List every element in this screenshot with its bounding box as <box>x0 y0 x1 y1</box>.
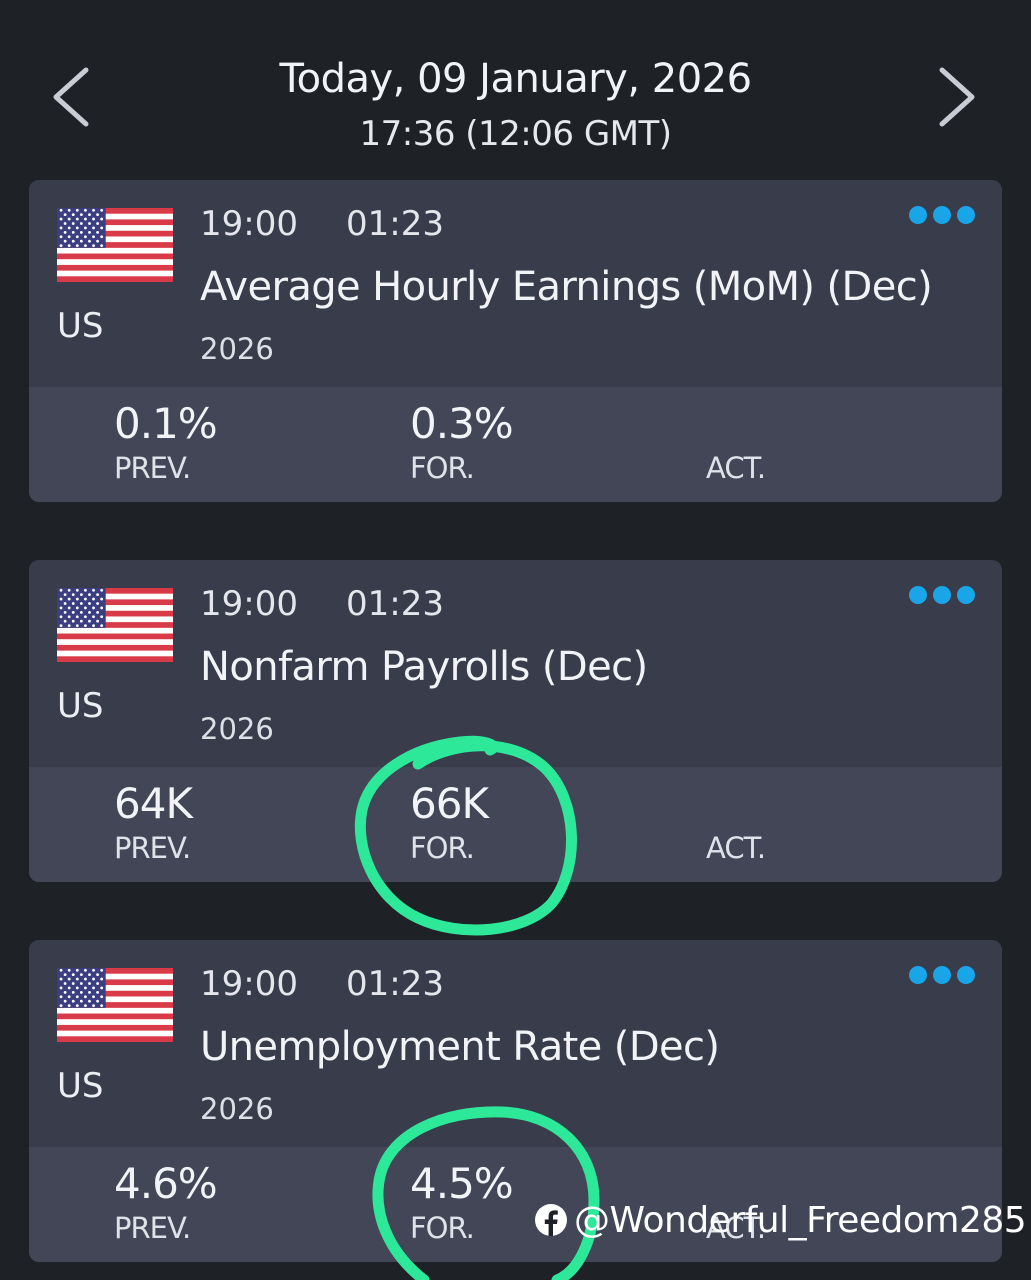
previous-label: PREV. <box>114 451 191 485</box>
event-year: 2026 <box>200 332 274 366</box>
more-dots-icon <box>957 966 975 984</box>
event-title: Unemployment Rate (Dec) <box>200 1024 720 1070</box>
event-card-nonfarm-payrolls[interactable]: US 19:00 01:23 Nonfarm Payrolls (Dec) 20… <box>29 560 1002 882</box>
more-dots-icon <box>933 206 951 224</box>
next-day-button[interactable] <box>928 62 988 132</box>
event-card-header: US 19:00 01:23 Average Hourly Earnings (… <box>29 180 1002 387</box>
previous-label: PREV. <box>114 1211 191 1245</box>
chevron-right-icon <box>939 67 975 127</box>
event-time: 19:00 <box>200 584 298 624</box>
header-time: 17:36 (12:06 GMT) <box>359 114 672 154</box>
event-card-average-hourly-earnings[interactable]: US 19:00 01:23 Average Hourly Earnings (… <box>29 180 1002 502</box>
more-dots-icon <box>909 586 927 604</box>
watermark: @Wonderful_Freedom285 <box>534 1197 1027 1243</box>
more-dots-icon <box>957 586 975 604</box>
event-values: 0.1% PREV. 0.3% FOR. ACT. <box>29 387 1002 502</box>
more-options-button[interactable] <box>909 586 975 608</box>
us-flag-icon <box>57 208 173 282</box>
forecast-value: 66K <box>410 779 489 828</box>
watermark-text: @Wonderful_Freedom285 <box>574 1199 1027 1241</box>
previous-value: 64K <box>114 779 193 828</box>
actual-label: ACT. <box>706 451 766 485</box>
event-year: 2026 <box>200 1092 274 1126</box>
forecast-value: 0.3% <box>410 399 514 448</box>
event-values: 64K PREV. 66K FOR. ACT. <box>29 767 1002 882</box>
event-countdown: 01:23 <box>346 204 444 244</box>
country-code: US <box>57 1066 104 1106</box>
event-year: 2026 <box>200 712 274 746</box>
event-title: Nonfarm Payrolls (Dec) <box>200 644 648 690</box>
facebook-icon <box>535 1204 567 1236</box>
actual-label: ACT. <box>706 831 766 865</box>
forecast-label: FOR. <box>410 831 475 865</box>
event-time: 19:00 <box>200 964 298 1004</box>
date-header: Today, 09 January, 2026 17:36 (12:06 GMT… <box>0 0 1031 170</box>
event-time: 19:00 <box>200 204 298 244</box>
event-title: Average Hourly Earnings (MoM) (Dec) <box>200 264 933 310</box>
more-dots-icon <box>909 966 927 984</box>
more-options-button[interactable] <box>909 206 975 228</box>
previous-label: PREV. <box>114 831 191 865</box>
country-code: US <box>57 686 104 726</box>
event-card-header: US 19:00 01:23 Nonfarm Payrolls (Dec) 20… <box>29 560 1002 767</box>
more-dots-icon <box>909 206 927 224</box>
event-card-header: US 19:00 01:23 Unemployment Rate (Dec) 2… <box>29 940 1002 1147</box>
more-dots-icon <box>933 966 951 984</box>
forecast-label: FOR. <box>410 1211 475 1245</box>
country-code: US <box>57 306 104 346</box>
header-date: Today, 09 January, 2026 <box>279 56 752 102</box>
forecast-value: 4.5% <box>410 1159 514 1208</box>
previous-value: 0.1% <box>114 399 218 448</box>
us-flag-icon <box>57 588 173 662</box>
more-dots-icon <box>957 206 975 224</box>
event-countdown: 01:23 <box>346 584 444 624</box>
us-flag-icon <box>57 968 173 1042</box>
forecast-label: FOR. <box>410 451 475 485</box>
previous-value: 4.6% <box>114 1159 218 1208</box>
more-dots-icon <box>933 586 951 604</box>
event-countdown: 01:23 <box>346 964 444 1004</box>
more-options-button[interactable] <box>909 966 975 988</box>
